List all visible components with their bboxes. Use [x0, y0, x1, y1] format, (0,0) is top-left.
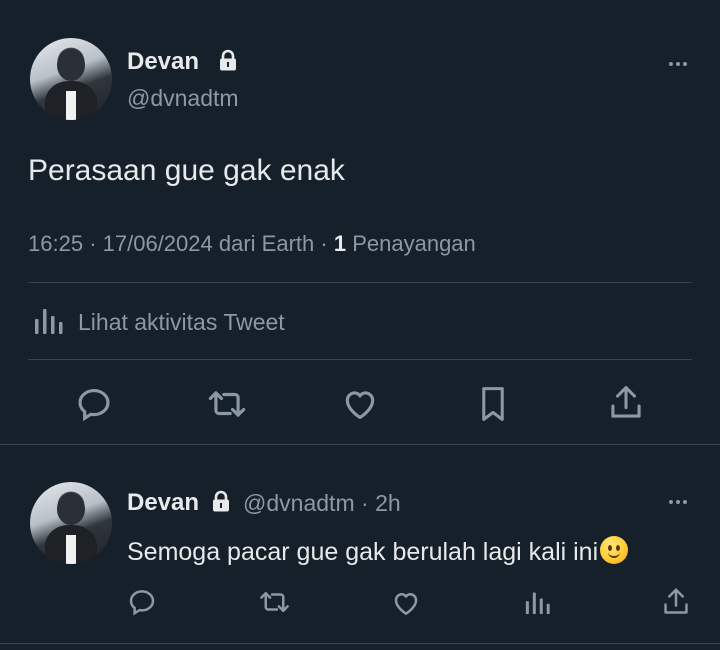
tweet-date: 17/06/2024 — [102, 231, 213, 256]
reply-time[interactable]: 2h — [375, 490, 401, 517]
retweet-icon[interactable] — [206, 385, 248, 423]
lock-icon — [218, 49, 238, 71]
tweet-meta: 16:25 · 17/06/2024 dari Earth · 1 Penaya… — [28, 231, 476, 256]
view-activity-label: Lihat aktivitas Tweet — [78, 308, 285, 335]
reply-header: Devan @dvnadtm · 2h — [127, 489, 401, 517]
more-dots-icon[interactable] — [669, 500, 687, 504]
divider — [0, 444, 720, 445]
avatar[interactable] — [30, 482, 112, 564]
share-icon[interactable] — [661, 586, 691, 618]
retweet-icon[interactable] — [258, 587, 291, 617]
heart-icon[interactable] — [341, 385, 379, 423]
author-handle[interactable]: @dvnadtm — [243, 490, 355, 517]
reply-text: Semoga pacar gue gak berulah lagi kali i… — [127, 538, 599, 566]
bar-chart-icon[interactable] — [525, 589, 551, 615]
author-handle[interactable]: @dvnadtm — [127, 85, 239, 112]
bookmark-icon[interactable] — [474, 384, 512, 424]
slightly-smiling-face-icon — [600, 536, 629, 564]
tweet-time: 16:25 — [28, 231, 84, 256]
view-activity-link[interactable]: Lihat aktivitas Tweet — [34, 305, 285, 339]
share-icon[interactable] — [607, 383, 645, 423]
author-name[interactable]: Devan — [127, 489, 199, 517]
divider — [28, 282, 692, 283]
tweet-source: dari Earth — [218, 231, 315, 256]
views-count[interactable]: 1 — [334, 231, 346, 256]
divider — [0, 643, 720, 644]
views-label[interactable]: Penayangan — [352, 231, 476, 256]
author-name[interactable]: Devan — [127, 48, 199, 76]
avatar[interactable] — [30, 38, 112, 120]
tweet-text: Perasaan gue gak enak — [28, 154, 345, 187]
reply-text-container: Semoga pacar gue gak berulah lagi kali i… — [127, 536, 629, 567]
more-dots-icon[interactable] — [669, 62, 687, 66]
reply-icon[interactable] — [75, 385, 113, 423]
lock-icon — [211, 490, 231, 517]
divider — [28, 359, 692, 360]
heart-icon[interactable] — [391, 588, 421, 618]
bar-chart-icon — [34, 305, 64, 340]
reply-icon[interactable] — [127, 587, 157, 617]
